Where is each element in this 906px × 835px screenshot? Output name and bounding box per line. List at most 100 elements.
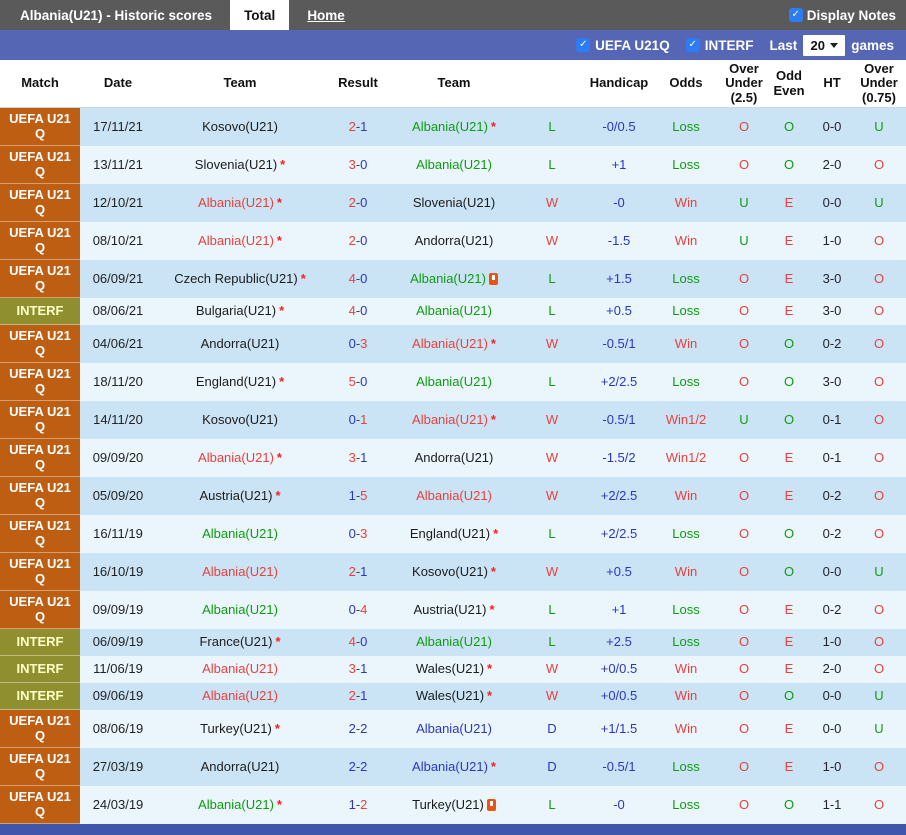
away-team-name: Albania(U21) bbox=[416, 634, 492, 650]
odd-even-value: E bbox=[784, 661, 794, 677]
home-team: Bulgaria(U21) * bbox=[156, 298, 324, 325]
handicap-result: L bbox=[548, 118, 556, 134]
result-score: 0-3 bbox=[324, 325, 392, 363]
home-team: Albania(U21)* bbox=[156, 515, 324, 553]
home-team-name: Albania(U21) bbox=[202, 525, 278, 541]
over-under-0-75-value: O bbox=[873, 373, 885, 389]
result-score: 0-4 bbox=[324, 591, 392, 629]
tab-home[interactable]: Home bbox=[293, 0, 359, 30]
odds-result: Loss bbox=[672, 156, 700, 172]
odds-result: Loss bbox=[672, 303, 700, 319]
home-team: Kosovo(U21)* bbox=[156, 108, 324, 146]
odd-even-value: O bbox=[783, 563, 795, 579]
half-time-score: 0-0 bbox=[822, 688, 842, 704]
interf-checkbox[interactable] bbox=[685, 38, 700, 52]
home-team-name: Bulgaria(U21) bbox=[195, 303, 277, 319]
home-team: Albania(U21)* bbox=[156, 553, 324, 591]
over-under-2-5-value: U bbox=[739, 232, 749, 248]
star-icon: * bbox=[276, 232, 282, 248]
table-row: UEFA U21 Q 05/09/20 Austria(U21) * 1-5 Al… bbox=[0, 477, 906, 515]
result-score: 4-0 bbox=[324, 629, 392, 656]
league-badge: INTERF bbox=[0, 683, 80, 710]
odds-result: Loss bbox=[672, 634, 700, 650]
odd-even-value: E bbox=[784, 270, 794, 286]
away-team-name: Andorra(U21) bbox=[414, 232, 494, 248]
over-under-2-5-value: O bbox=[738, 303, 750, 319]
home-team: Austria(U21) * bbox=[156, 477, 324, 515]
filter-uefa: UEFA U21Q bbox=[576, 38, 670, 53]
over-under-2-5-value: O bbox=[738, 796, 750, 812]
home-team-name: Andorra(U21) bbox=[200, 758, 280, 774]
home-team: Albania(U21)* bbox=[156, 184, 324, 222]
chevron-down-icon bbox=[829, 42, 838, 48]
home-score: 0 bbox=[348, 335, 356, 351]
home-team-name: Albania(U21) bbox=[202, 688, 278, 704]
away-team: Albania(U21)* bbox=[392, 477, 516, 515]
table-row: UEFA U21 Q 08/10/21 Albania(U21) * 2-0 An… bbox=[0, 222, 906, 260]
over-under-0-75-value: U bbox=[874, 720, 884, 736]
away-score: 0 bbox=[360, 270, 368, 286]
header-date: Date bbox=[103, 75, 133, 91]
over-under-2-5-value: O bbox=[738, 270, 750, 286]
result-score: 2-2 bbox=[324, 748, 392, 786]
away-score: 1 bbox=[360, 411, 368, 427]
league-badge: UEFA U21 Q bbox=[0, 401, 80, 439]
home-score: 2 bbox=[348, 194, 356, 210]
handicap-line: +0.5 bbox=[606, 563, 632, 579]
league-badge: UEFA U21 Q bbox=[0, 786, 80, 824]
away-score: 0 bbox=[360, 194, 368, 210]
star-icon: * bbox=[275, 487, 281, 503]
away-team: Turkey(U21)* bbox=[392, 786, 516, 824]
home-team: Kosovo(U21)* bbox=[156, 401, 324, 439]
star-icon: * bbox=[274, 720, 280, 736]
league-badge: UEFA U21 Q bbox=[0, 515, 80, 553]
home-team-name: Andorra(U21) bbox=[200, 335, 280, 351]
uefa-u21q-checkbox[interactable] bbox=[576, 38, 591, 52]
match-date: 24/03/19 bbox=[92, 796, 144, 812]
match-date: 11/06/19 bbox=[93, 661, 143, 677]
match-date: 06/09/19 bbox=[92, 634, 144, 650]
home-score: 2 bbox=[348, 688, 356, 704]
handicap-result: W bbox=[545, 563, 559, 579]
away-score: 2 bbox=[360, 720, 368, 736]
home-score: 0 bbox=[348, 411, 356, 427]
home-team-name: Albania(U21) bbox=[202, 601, 278, 617]
home-team-name: Albania(U21) bbox=[198, 232, 274, 248]
odds-result: Win bbox=[674, 194, 698, 210]
match-date: 13/11/21 bbox=[93, 156, 143, 172]
home-team: Turkey(U21) * bbox=[156, 710, 324, 748]
result-score: 3-0 bbox=[324, 146, 392, 184]
odd-even-value: E bbox=[784, 634, 794, 650]
handicap-line: +0/0.5 bbox=[600, 661, 638, 677]
odd-even-value: O bbox=[783, 688, 795, 704]
away-score: 0 bbox=[360, 303, 368, 319]
away-score: 0 bbox=[360, 232, 368, 248]
odds-result: Win bbox=[674, 335, 698, 351]
match-date: 16/10/19 bbox=[92, 563, 144, 579]
league-badge: UEFA U21 Q bbox=[0, 477, 80, 515]
display-notes-checkbox[interactable] bbox=[788, 8, 803, 22]
handicap-line: +2.5 bbox=[606, 634, 632, 650]
table-row: UEFA U21 Q 27/03/19 Andorra(U21)* 2-2 Al… bbox=[0, 748, 906, 786]
over-under-0-75-value: O bbox=[873, 156, 885, 172]
away-team-name: Albania(U21) bbox=[412, 758, 488, 774]
odd-even-value: O bbox=[783, 156, 795, 172]
home-team: Albania(U21)* bbox=[156, 656, 324, 683]
header-result-text: Result bbox=[338, 75, 378, 91]
over-under-0-75-value: O bbox=[873, 303, 885, 319]
home-team: Slovenia(U21) * bbox=[156, 146, 324, 184]
table-header: Match Date Team Result Team Handicap Odd… bbox=[0, 60, 906, 108]
half-time-score: 0-0 bbox=[822, 563, 842, 579]
half-time-score: 1-0 bbox=[822, 232, 842, 248]
interf-label: INTERF bbox=[704, 37, 754, 53]
home-team-name: France(U21) bbox=[199, 634, 273, 650]
home-team-name: Albania(U21) bbox=[202, 563, 278, 579]
odds-result: Win1/2 bbox=[665, 411, 707, 427]
league-badge: UEFA U21 Q bbox=[0, 363, 80, 401]
handicap-line: +1.5 bbox=[606, 270, 632, 286]
away-team-name: Slovenia(U21) bbox=[412, 194, 496, 210]
half-time-score: 2-0 bbox=[822, 156, 842, 172]
games-count-select[interactable]: 20 bbox=[803, 34, 846, 56]
star-icon: * bbox=[275, 634, 281, 650]
tab-total[interactable]: Total bbox=[230, 0, 290, 30]
